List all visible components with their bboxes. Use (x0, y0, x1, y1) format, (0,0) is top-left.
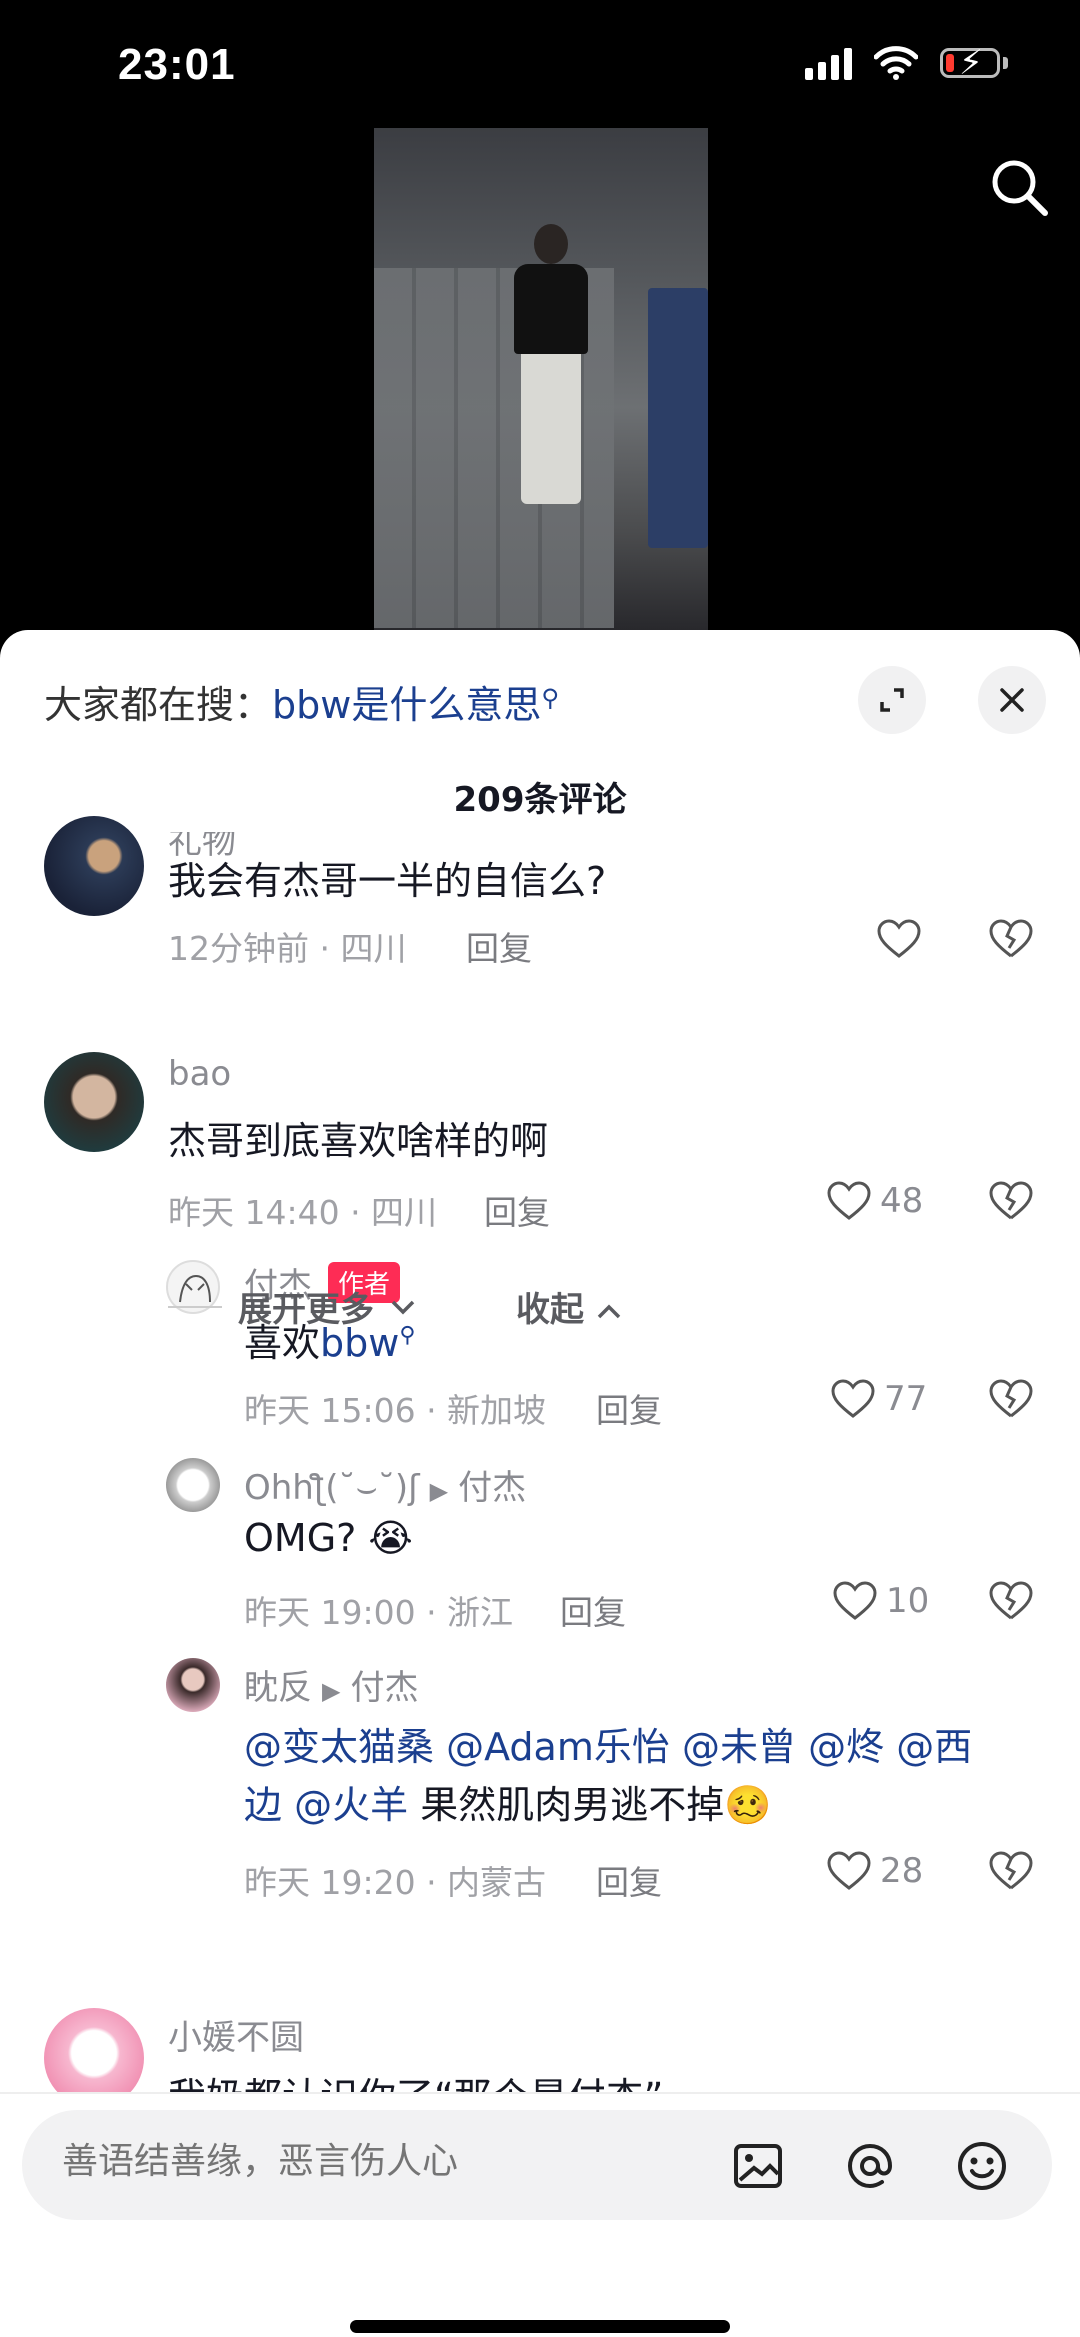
comment-text-line: @变太猫桑 @Adam乐怡 @未曾 @炵 @西 (244, 1716, 972, 1771)
chevron-down-icon (391, 1300, 415, 1314)
comment-meta: 昨天 19:00 · 浙江 (244, 1593, 514, 1632)
search-icon[interactable] (988, 156, 1050, 218)
heart-icon (833, 1581, 877, 1620)
reply-button[interactable]: 回复 (560, 1586, 626, 1634)
avatar[interactable] (44, 630, 144, 670)
comment-input[interactable] (60, 2140, 484, 2183)
collapse-button[interactable]: 收起 (516, 1282, 622, 1331)
comment-username[interactable]: bao (168, 1054, 231, 1094)
avatar[interactable] (44, 1052, 144, 1152)
dislike-button[interactable] (988, 1180, 1034, 1226)
home-indicator (350, 2320, 730, 2333)
emoji-icon[interactable] (954, 2138, 1010, 2194)
hot-search-keyword-icon: ⚲ (541, 684, 559, 712)
video-player[interactable] (374, 128, 708, 636)
heart-icon (827, 1181, 871, 1220)
comment-text: 我会有杰哥一半的自信么? (168, 859, 607, 903)
like-button[interactable]: 77 (830, 1378, 927, 1420)
dislike-button[interactable] (988, 918, 1034, 964)
avatar[interactable] (166, 1458, 220, 1512)
mention-link[interactable]: 边 (244, 1783, 282, 1827)
like-count: 10 (886, 1581, 930, 1621)
mention-icon[interactable] (842, 2138, 898, 2194)
heart-icon (831, 1379, 875, 1418)
broken-heart-icon (989, 1851, 1033, 1890)
dislike-button[interactable] (988, 1378, 1034, 1424)
close-icon (1000, 688, 1024, 712)
like-count: 48 (880, 1181, 924, 1221)
avatar[interactable] (166, 1658, 220, 1712)
dislike-button[interactable] (988, 1850, 1034, 1896)
comment-username[interactable]: 眈反 ▶ 付杰 (244, 1660, 418, 1709)
chevron-up-icon (597, 1304, 621, 1319)
mention-link[interactable]: @Adam乐怡 (446, 1725, 670, 1769)
like-button[interactable]: 10 (832, 1580, 929, 1622)
reply-arrow-icon: ▶ (322, 1677, 341, 1705)
like-button[interactable]: 48 (826, 1180, 923, 1222)
image-icon[interactable] (732, 2140, 784, 2192)
comment-input-bar[interactable] (22, 2110, 1052, 2220)
mention-link[interactable]: @火羊 (294, 1783, 408, 1827)
comment-meta: 昨天 14:40 · 四川 (168, 1193, 438, 1232)
expand-more-button[interactable]: 展开更多 (168, 1282, 416, 1331)
reply-arrow-icon: ▶ (429, 1477, 449, 1505)
comment-username[interactable]: Ohhƪ(˘⌣˘)ʃ ▶ 付杰 (244, 1460, 526, 1509)
divider-line (168, 1305, 222, 1308)
expand-icon (880, 688, 904, 712)
broken-heart-icon (989, 919, 1033, 958)
reply-button[interactable]: 回复 (466, 922, 532, 970)
mention-link[interactable]: @未曾 (682, 1725, 796, 1769)
comment-panel: 大家都在搜：bbw是什么意思⚲ 209条评论 礼物 我会有杰哥一半的自信么? 1… (0, 630, 1080, 2337)
wifi-icon (874, 46, 918, 80)
broken-heart-icon (989, 1379, 1033, 1418)
reply-button[interactable]: 回复 (596, 1856, 662, 1904)
heart-icon (827, 1851, 871, 1890)
expand-fullscreen-button[interactable] (858, 666, 926, 734)
reply-button[interactable]: 回复 (484, 1186, 550, 1234)
comment-count: 209条评论 (453, 780, 627, 820)
comment-text-line: 边 @火羊 果然肌肉男逃不掉🥴 (244, 1783, 772, 1827)
hot-search-keyword[interactable]: bbw是什么意思 (272, 683, 541, 727)
dislike-button[interactable] (988, 1580, 1034, 1626)
comment-meta: 昨天 19:20 · 内蒙古 (244, 1863, 547, 1902)
signal-icon (805, 46, 852, 80)
comment-meta: 12分钟前 · 四川 (168, 929, 407, 968)
reply-button[interactable]: 回复 (596, 1384, 662, 1432)
like-count: 77 (884, 1379, 928, 1419)
comment-input-area (0, 2092, 1080, 2337)
hot-search-bar[interactable]: 大家都在搜：bbw是什么意思⚲ (44, 674, 559, 729)
hot-search-label: 大家都在搜： (44, 683, 273, 727)
like-button[interactable] (876, 918, 922, 960)
avatar[interactable] (44, 816, 144, 916)
battery-icon: ⚡ (940, 43, 1000, 83)
close-button[interactable] (978, 666, 1046, 734)
broken-heart-icon (989, 1181, 1033, 1220)
like-button[interactable]: 28 (826, 1850, 923, 1892)
heart-icon (877, 919, 921, 958)
comment-text: OMG? 😭 (244, 1516, 413, 1560)
status-time: 23:01 (118, 40, 236, 89)
comment-username[interactable]: 小媛不圆 (168, 2010, 304, 2059)
status-icons: ⚡ (805, 43, 1008, 83)
mention-link[interactable]: @变太猫桑 (244, 1725, 434, 1769)
crying-emoji-icon: 😭 (368, 1516, 413, 1560)
comment-meta: 昨天 15:06 · 新加坡 (244, 1391, 547, 1430)
dizzy-emoji-icon: 🥴 (724, 1783, 772, 1827)
comment-text: 杰哥到底喜欢啥样的啊 (168, 1119, 549, 1163)
broken-heart-icon (989, 1581, 1033, 1620)
like-count: 28 (880, 1851, 924, 1891)
mention-link[interactable]: @西 (896, 1725, 972, 1769)
mention-link[interactable]: @炵 (808, 1725, 884, 1769)
